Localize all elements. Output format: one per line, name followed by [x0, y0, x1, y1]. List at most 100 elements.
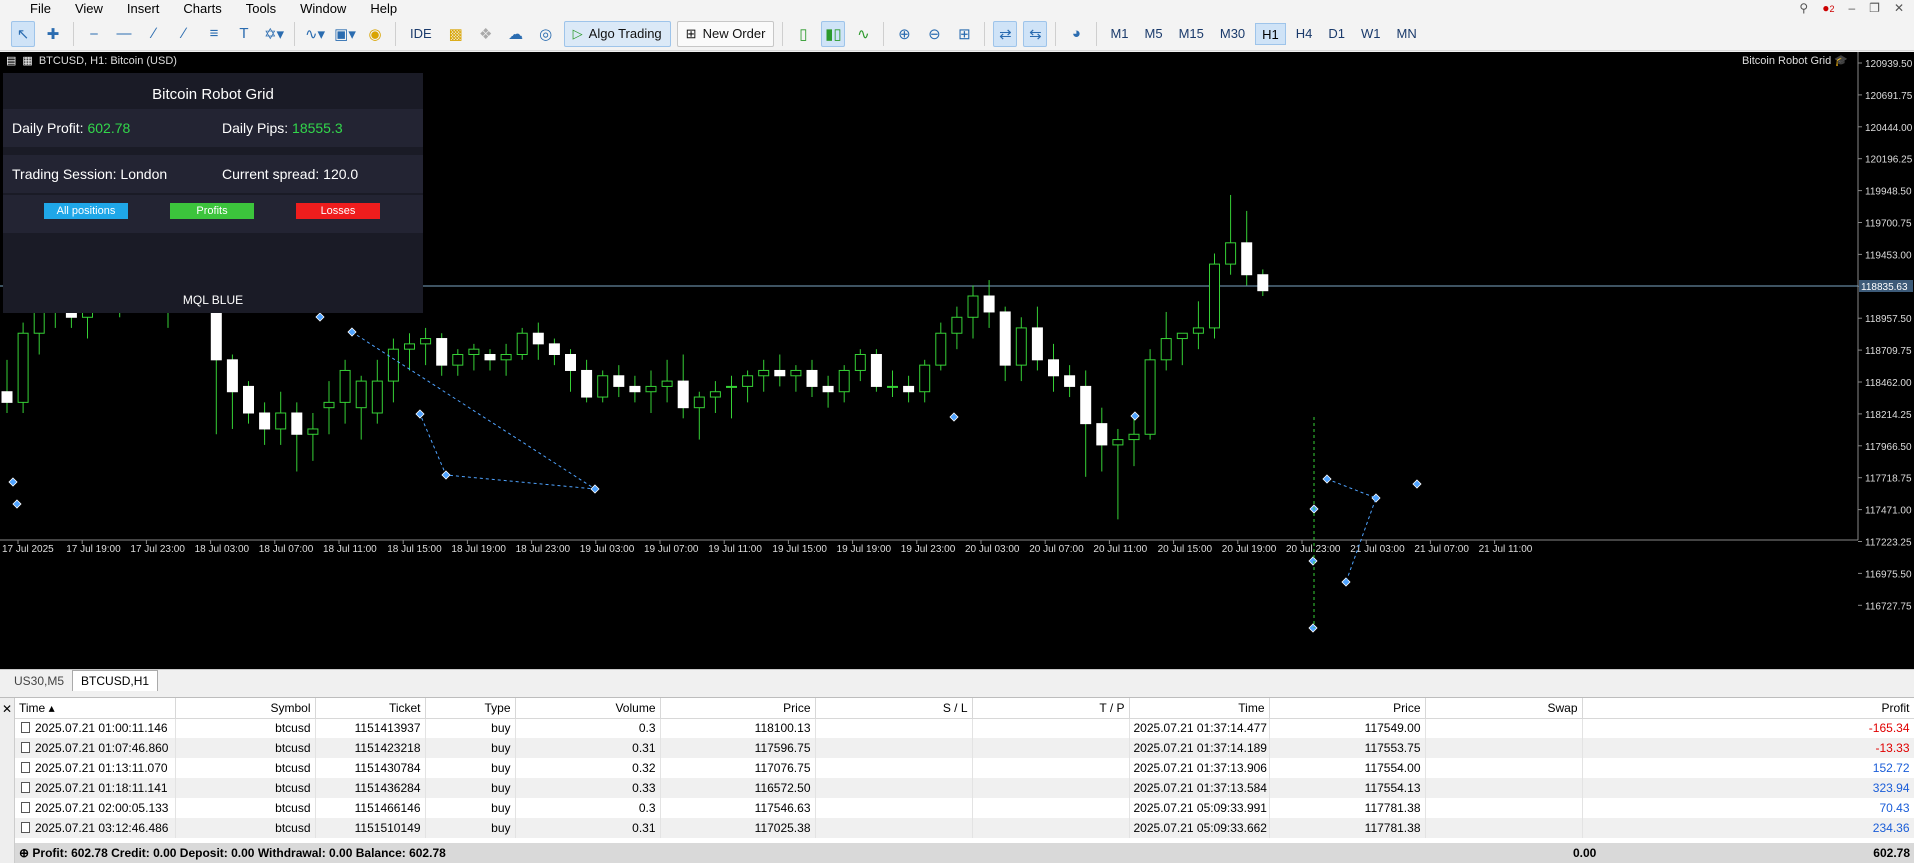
cell-value: 2025.07.21 01:00:11.146 — [35, 721, 168, 736]
time-tick-label: 18 Jul 15:00 — [387, 544, 442, 555]
column-header[interactable]: Type — [425, 698, 516, 719]
column-header[interactable]: Ticket — [315, 698, 426, 719]
candle-body — [1241, 242, 1253, 276]
candle-body — [275, 412, 287, 430]
algo-trading-button[interactable]: ▷ Algo Trading — [563, 20, 671, 47]
restore-icon[interactable]: ❐ — [1869, 0, 1880, 18]
cursor-icon[interactable]: ↖ — [11, 20, 35, 47]
daily-pips-label: Daily Pips: 18555.3 — [222, 120, 343, 136]
summary-swap: 0.00 — [1573, 846, 1597, 860]
coin-icon[interactable]: ◉ — [363, 21, 387, 47]
candlestick-icon[interactable]: ▮▯ — [821, 20, 846, 47]
chart-templates-icon[interactable]: ▣▾ — [333, 21, 357, 47]
column-header[interactable]: Time ▴ — [15, 698, 176, 719]
candle-body — [1144, 359, 1156, 435]
menu-window[interactable]: Window — [288, 0, 358, 17]
bag-icon[interactable]: ▩ — [444, 21, 468, 47]
vps-icon[interactable]: ◎ — [534, 21, 558, 47]
column-header[interactable]: S / L — [815, 698, 973, 719]
column-header-label: Price — [783, 700, 811, 715]
timeframe-mn[interactable]: MN — [1391, 23, 1423, 45]
zoom-in-icon[interactable]: ⊕ — [892, 21, 916, 47]
cell-value: 1151466146 — [354, 801, 421, 815]
column-header[interactable]: Swap — [1425, 698, 1583, 719]
column-header[interactable]: T / P — [972, 698, 1130, 719]
plus-circle-icon[interactable]: ⊕ — [19, 846, 29, 860]
crosshair-icon[interactable]: ✚ — [41, 21, 65, 47]
column-header[interactable]: Volume — [515, 698, 661, 719]
trade-marker — [8, 477, 18, 487]
menu-tools[interactable]: Tools — [234, 0, 288, 17]
line-chart-icon[interactable]: ∿ — [851, 21, 875, 47]
chart-shift-icon[interactable]: ⇆ — [1023, 20, 1048, 47]
table-row[interactable]: 2025.07.21 01:07:46.860 btcusd 1151423218 b… — [15, 738, 1914, 758]
timeframe-w1[interactable]: W1 — [1355, 23, 1387, 45]
column-header-label: Time — [1238, 700, 1265, 715]
timeframe-d1[interactable]: D1 — [1322, 23, 1351, 45]
text-tool-icon[interactable]: T — [232, 21, 256, 47]
fibonacci-icon[interactable]: ≡ — [202, 21, 226, 47]
column-header-label: T / P — [1099, 700, 1125, 715]
timeframe-m30[interactable]: M30 — [1214, 23, 1251, 45]
table-row[interactable]: 2025.07.21 02:00:05.133 btcusd 1151466146 b… — [15, 798, 1914, 818]
table-row[interactable]: 2025.07.21 01:13:11.070 btcusd 1151430784 b… — [15, 758, 1914, 778]
toolbar-separator — [782, 21, 784, 46]
signal-icon[interactable]: ❖ — [474, 21, 498, 47]
auto-scroll-icon[interactable]: ⇄ — [993, 20, 1018, 47]
close-window-icon[interactable]: ✕ — [1894, 0, 1904, 18]
column-header[interactable]: Profit — [1582, 698, 1914, 719]
table-cell: 2025.07.21 01:37:13.906 — [1129, 758, 1270, 778]
column-header[interactable]: Time — [1129, 698, 1270, 719]
price-tick-label: 119700.75 — [1865, 219, 1912, 230]
spread-label: Current spread: 120.0 — [222, 166, 358, 182]
timeframe-m15[interactable]: M15 — [1173, 23, 1210, 45]
graduation-cap-icon: 🎓 — [1834, 55, 1848, 67]
trendline-icon[interactable]: ∕ — [142, 21, 166, 47]
timeframe-m5[interactable]: M5 — [1139, 23, 1169, 45]
shapes-icon[interactable]: ✡▾ — [262, 21, 286, 47]
timeframe-h1[interactable]: H1 — [1255, 22, 1286, 45]
symbol-menu-icon[interactable]: ▤ — [6, 54, 16, 67]
minimize-icon[interactable]: – — [1848, 0, 1855, 18]
chart-window[interactable]: ▤ ▦ BTCUSD, H1: Bitcoin (USD) Bitcoin Ro… — [0, 52, 1914, 669]
screenshot-icon[interactable]: ◕ — [1064, 21, 1088, 47]
algo-trading-label: Algo Trading — [588, 26, 662, 41]
menu-charts[interactable]: Charts — [171, 0, 233, 17]
candle-body — [452, 354, 464, 366]
table-cell: 117076.75 — [660, 758, 816, 778]
cloud-icon[interactable]: ☁ — [504, 21, 528, 47]
timeframe-h4[interactable]: H4 — [1290, 23, 1319, 45]
tile-windows-icon[interactable]: ⊞ — [952, 21, 976, 47]
new-order-button[interactable]: ⊞ New Order — [676, 20, 775, 47]
table-row[interactable]: 2025.07.21 01:00:11.146 btcusd 1151413937 b… — [15, 718, 1914, 738]
close-panel-icon[interactable]: ✕ — [0, 698, 15, 863]
column-header[interactable]: Symbol — [175, 698, 316, 719]
all-positions-button[interactable]: All positions — [44, 203, 128, 219]
menu-help[interactable]: Help — [358, 0, 409, 17]
zoom-out-icon[interactable]: ⊖ — [922, 21, 946, 47]
losses-button[interactable]: Losses — [296, 203, 380, 219]
menu-insert[interactable]: Insert — [115, 0, 172, 17]
profits-button[interactable]: Profits — [170, 203, 254, 219]
column-header[interactable]: Price — [660, 698, 816, 719]
indicators-icon[interactable]: ∿▾ — [303, 21, 327, 47]
table-row[interactable]: 2025.07.21 01:18:11.141 btcusd 1151436284 b… — [15, 778, 1914, 798]
cell-value: 117076.75 — [754, 761, 811, 775]
deal-icon — [21, 822, 30, 833]
ide-button[interactable]: IDE — [404, 21, 438, 47]
menu-file[interactable]: File — [0, 0, 63, 17]
vertical-line-icon[interactable]: ⎯ — [82, 21, 106, 47]
channel-icon[interactable]: ∕ — [172, 21, 196, 47]
timeframe-m1[interactable]: M1 — [1104, 23, 1134, 45]
table-cell: 2025.07.21 05:09:33.991 — [1129, 798, 1270, 818]
bar-chart-icon[interactable]: ▯ — [791, 21, 815, 47]
column-header[interactable]: Price — [1269, 698, 1426, 719]
menu-view[interactable]: View — [63, 0, 115, 17]
cell-value: -13.33 — [1875, 741, 1910, 755]
table-row[interactable]: 2025.07.21 03:12:46.486 btcusd 1151510149 b… — [15, 818, 1914, 838]
chart-tab-0[interactable]: US30,M5 — [6, 671, 72, 691]
notifications-icon[interactable]: ●2 — [1822, 0, 1834, 18]
search-icon[interactable]: ⚲ — [1799, 0, 1808, 18]
chart-tab-1[interactable]: BTCUSD,H1 — [72, 670, 159, 691]
horizontal-line-icon[interactable]: — — [112, 21, 136, 47]
